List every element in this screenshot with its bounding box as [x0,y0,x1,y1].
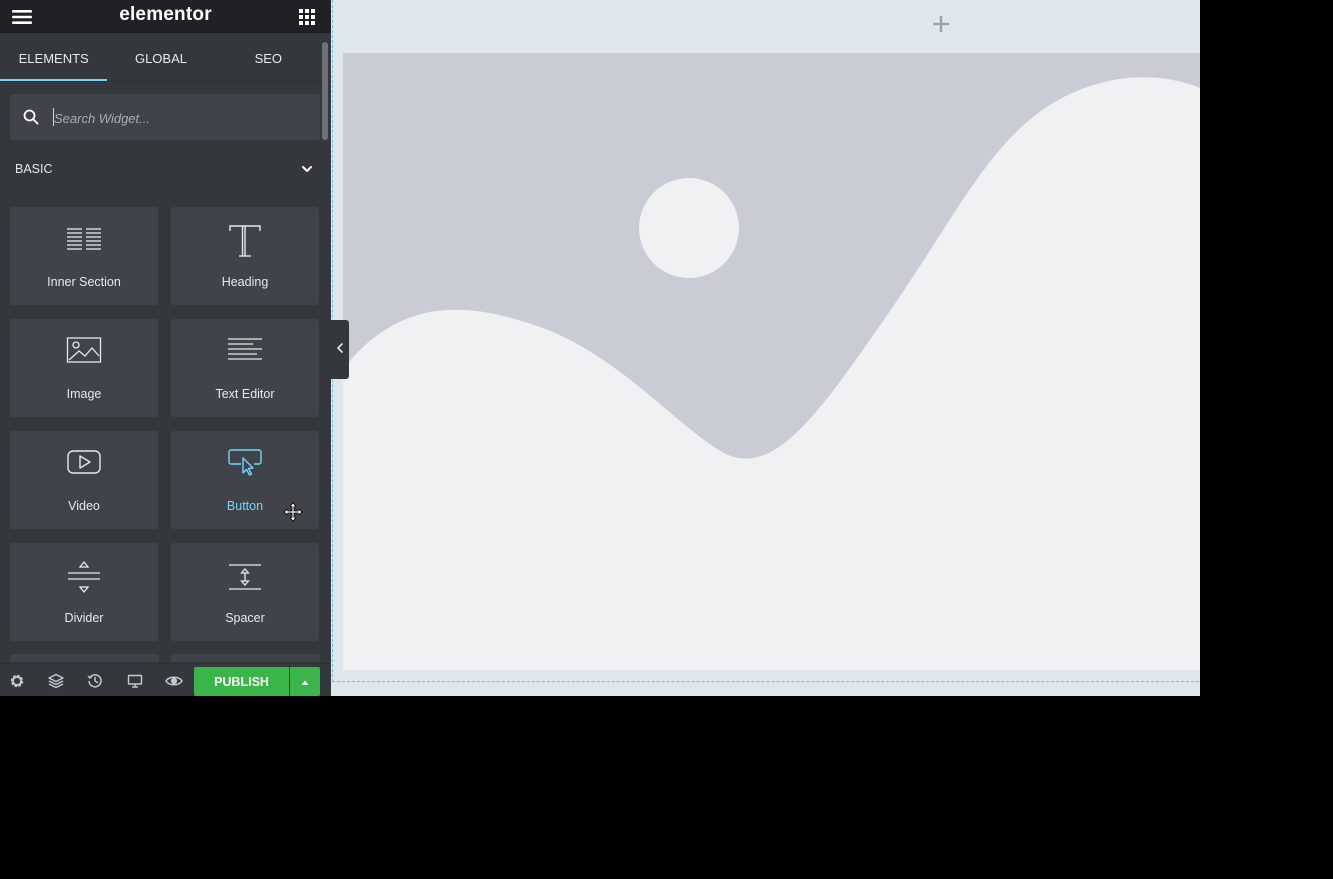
category-title: BASIC [15,162,53,176]
editor-app: elementor ELEMENTS GLOBAL SEO Search Wid… [0,0,1200,696]
widget-label: Spacer [225,611,265,625]
widget-label: Inner Section [47,275,121,289]
columns-icon [10,223,158,259]
settings-icon[interactable] [0,664,34,696]
history-icon[interactable] [78,664,112,696]
collapse-panel-button[interactable] [331,320,349,379]
panel-footer: PUBLISH [0,663,331,696]
search-icon [22,108,40,126]
image-icon [10,335,158,371]
divider-icon [10,559,158,595]
button-icon [171,447,319,483]
widget-text-editor[interactable]: Text Editor [171,319,319,417]
elementor-panel: elementor ELEMENTS GLOBAL SEO Search Wid… [0,0,331,696]
widget-divider[interactable]: Divider [10,543,158,641]
panel-tabs: ELEMENTS GLOBAL SEO [0,33,322,82]
video-icon [10,447,158,483]
widget-label: Divider [64,611,104,625]
panel-scrollbar[interactable] [322,42,328,140]
publish-button[interactable]: PUBLISH [194,667,289,696]
widget-label: Video [68,499,100,513]
caret-up-icon [301,673,309,691]
widget-video[interactable]: Video [10,431,158,529]
text-editor-icon [171,335,319,371]
grid-icon[interactable] [287,0,327,33]
tabs-divider [0,81,322,82]
tab-elements[interactable]: ELEMENTS [0,33,108,82]
widget-label: Image [66,387,102,401]
heading-icon [171,223,319,259]
text-caret [53,108,54,126]
preview-icon[interactable] [157,664,191,696]
chevron-down-icon [300,162,314,176]
widget-heading[interactable]: Heading [171,207,319,305]
chevron-left-icon [336,341,344,359]
widget-row-peek [10,654,320,662]
move-cursor-icon [283,502,303,522]
spacer-icon [171,559,319,595]
brand-logo: elementor [119,4,212,25]
category-basic-toggle[interactable]: BASIC [0,150,322,188]
widget-image[interactable]: Image [10,319,158,417]
navigator-icon[interactable] [39,664,73,696]
widget-label: Text Editor [215,387,275,401]
responsive-icon[interactable] [118,664,152,696]
preview-canvas [331,0,1200,696]
widget-inner-section[interactable]: Inner Section [10,207,158,305]
image-placeholder[interactable] [343,53,1200,670]
widget-spacer[interactable]: Spacer [171,543,319,641]
publish-options-button[interactable] [290,667,320,696]
panel-header: elementor [0,0,331,33]
search-box [10,94,320,140]
add-section-plus-icon[interactable] [929,12,953,36]
tab-seo[interactable]: SEO [215,33,322,82]
tab-global[interactable]: GLOBAL [107,33,214,82]
search-input[interactable] [52,102,306,134]
widget-label: Heading [221,275,269,289]
